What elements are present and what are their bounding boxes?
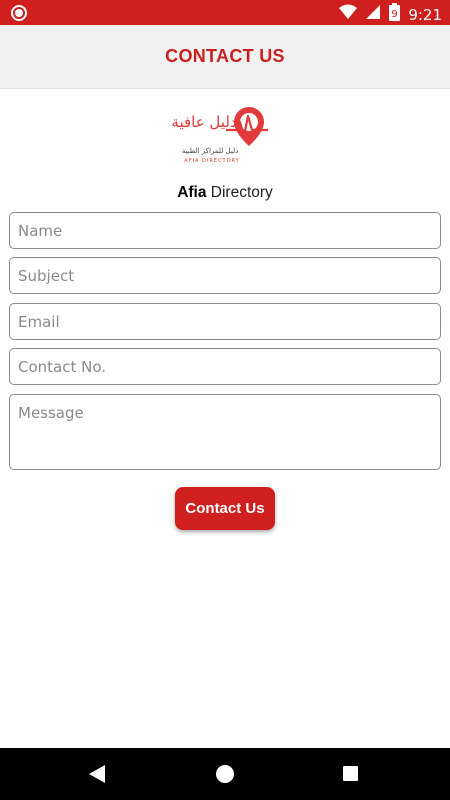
status-time: 9:21 xyxy=(408,5,442,24)
battery-icon: 9 xyxy=(389,3,401,26)
contact-us-button[interactable]: Contact Us xyxy=(175,487,275,530)
svg-text:9: 9 xyxy=(392,9,398,20)
name-input[interactable] xyxy=(9,212,441,249)
contact-number-input[interactable] xyxy=(9,348,441,385)
navigation-bar xyxy=(0,748,450,800)
app-bar: CONTACT US xyxy=(0,25,450,89)
svg-text:دليل للمراكز الطبية: دليل للمراكز الطبية xyxy=(182,147,238,155)
status-bar: 9 9:21 xyxy=(0,0,450,25)
subject-input[interactable] xyxy=(9,257,441,294)
message-input[interactable] xyxy=(9,394,441,470)
record-indicator-icon xyxy=(10,4,28,27)
wifi-icon xyxy=(339,4,358,25)
brand-name-rest: Directory xyxy=(206,184,273,201)
afia-logo: دليل عافية دليل للمراكز الطبية AFIA DIRE… xyxy=(170,104,280,166)
page-title: CONTACT US xyxy=(165,46,285,66)
brand-name-bold: Afia xyxy=(177,184,207,201)
brand-name: Afia Directory xyxy=(0,184,450,202)
back-icon[interactable] xyxy=(88,764,106,789)
svg-text:AFIA DIRECTORY: AFIA DIRECTORY xyxy=(184,158,239,164)
signal-icon xyxy=(365,4,381,25)
svg-text:دليل عافية: دليل عافية xyxy=(171,113,236,131)
recent-apps-icon[interactable] xyxy=(343,766,358,781)
home-icon[interactable] xyxy=(216,765,234,783)
email-input[interactable] xyxy=(9,303,441,340)
